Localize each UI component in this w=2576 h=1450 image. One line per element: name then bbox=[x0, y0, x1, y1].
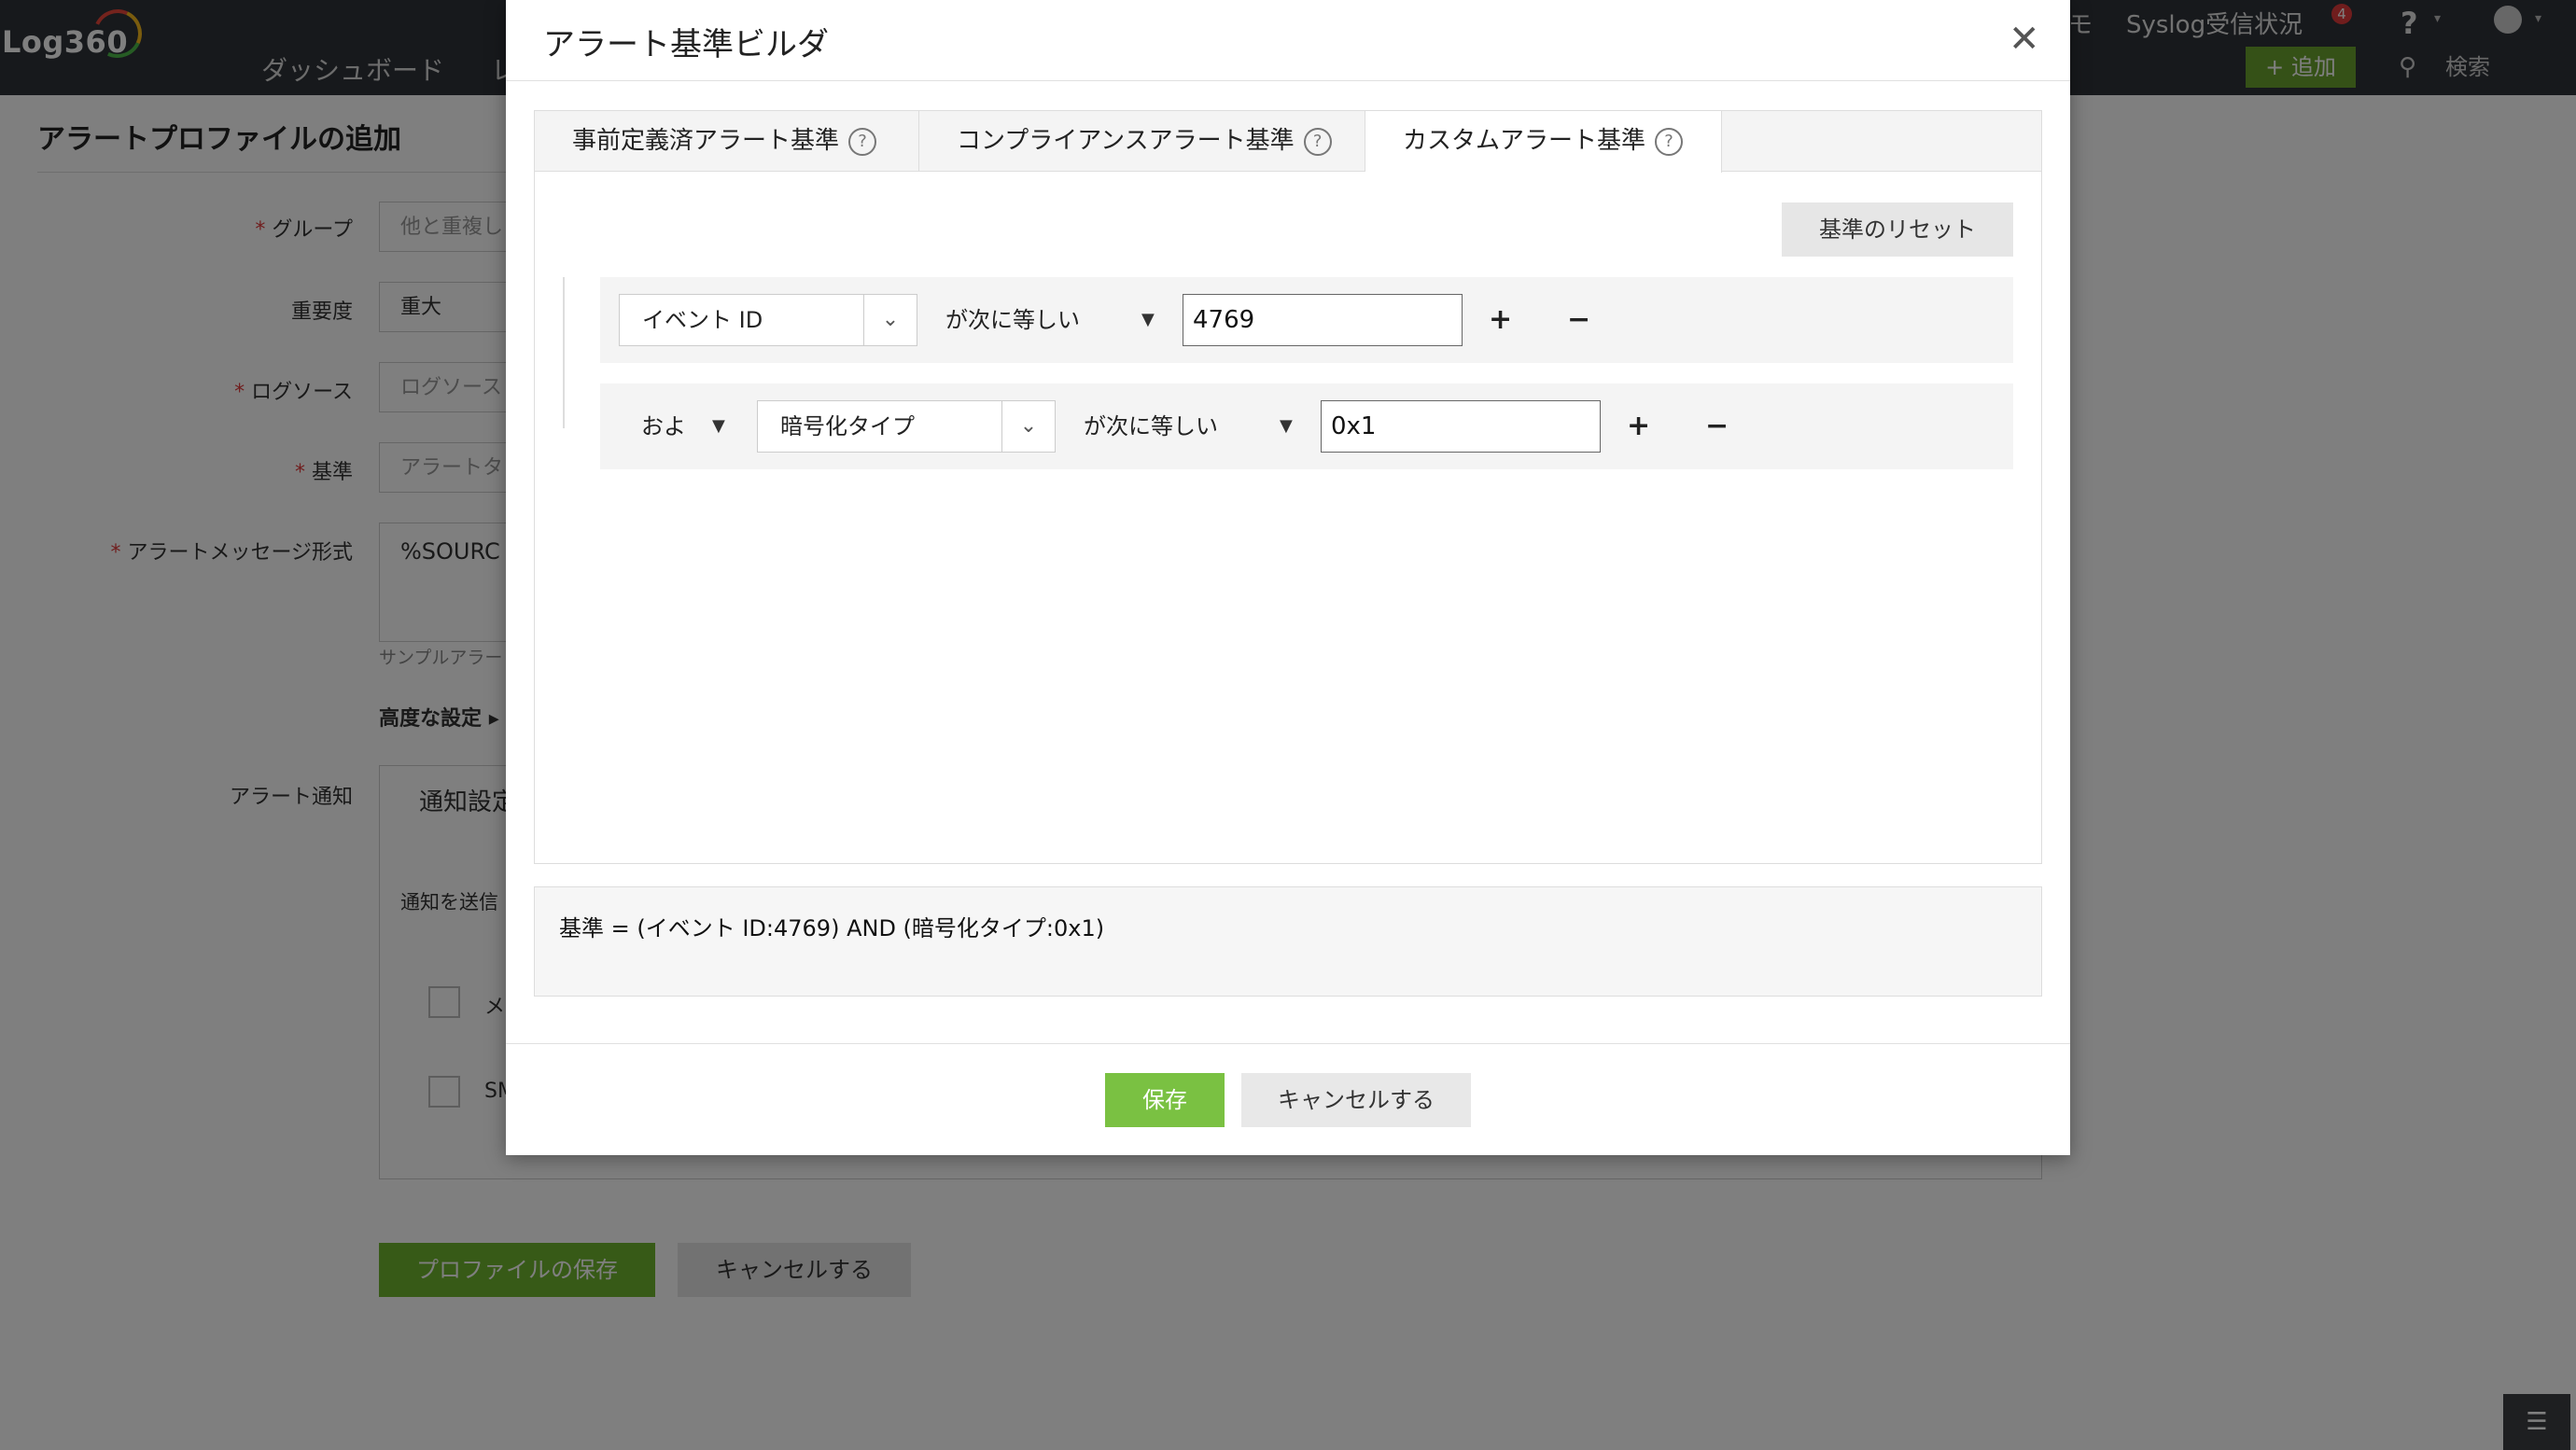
divider bbox=[506, 80, 2070, 81]
field-select-value: イベント ID bbox=[642, 307, 763, 333]
operator-select[interactable]: が次に等しい bbox=[1084, 400, 1218, 453]
save-button[interactable]: 保存 bbox=[1105, 1073, 1225, 1127]
tab-predefined-criteria[interactable]: 事前定義済アラート基準? bbox=[535, 111, 919, 171]
cancel-button[interactable]: キャンセルする bbox=[1241, 1073, 1471, 1127]
condition-value-input[interactable]: 0x1 bbox=[1321, 400, 1601, 453]
tab-label: カスタムアラート基準 bbox=[1403, 127, 1646, 155]
criteria-panel: 事前定義済アラート基準? コンプライアンスアラート基準? カスタムアラート基準?… bbox=[534, 110, 2042, 864]
operator-select[interactable]: が次に等しい bbox=[945, 294, 1080, 346]
caret-down-icon[interactable]: ▼ bbox=[712, 400, 725, 453]
caret-down-icon[interactable]: ▼ bbox=[1280, 400, 1293, 453]
criteria-summary: 基準 = (イベント ID:4769) AND (暗号化タイプ:0x1) bbox=[534, 886, 2042, 997]
help-icon[interactable]: ? bbox=[848, 127, 877, 156]
field-select-value: 暗号化タイプ bbox=[780, 413, 915, 439]
modal-title: アラート基準ビルダ bbox=[543, 26, 829, 63]
group-bracket-line bbox=[563, 277, 565, 428]
criteria-tabs: 事前定義済アラート基準? コンプライアンスアラート基準? カスタムアラート基準? bbox=[535, 111, 2041, 173]
close-icon[interactable]: ✕ bbox=[2009, 21, 2040, 58]
remove-condition-button[interactable]: − bbox=[1705, 400, 1729, 453]
field-select[interactable]: イベント ID ⌄ bbox=[619, 294, 917, 346]
divider bbox=[506, 1043, 2070, 1044]
help-icon[interactable]: ? bbox=[1303, 127, 1332, 156]
tab-compliance-criteria[interactable]: コンプライアンスアラート基準? bbox=[919, 111, 1365, 171]
caret-down-icon[interactable]: ▼ bbox=[1141, 294, 1155, 346]
condition-row: およ ▼ 暗号化タイプ ⌄ が次に等しい ▼ 0x1 + − bbox=[600, 383, 2013, 469]
field-select[interactable]: 暗号化タイプ ⌄ bbox=[757, 400, 1056, 453]
add-condition-button[interactable]: + bbox=[1627, 400, 1650, 453]
condition-value-input[interactable]: 4769 bbox=[1183, 294, 1463, 346]
condition-row: イベント ID ⌄ が次に等しい ▼ 4769 + − bbox=[600, 277, 2013, 363]
logic-operator-select[interactable]: およ bbox=[641, 400, 686, 453]
add-condition-button[interactable]: + bbox=[1489, 294, 1512, 346]
chevron-down-icon[interactable]: ⌄ bbox=[1001, 401, 1055, 452]
alert-criteria-builder-dialog: アラート基準ビルダ ✕ 事前定義済アラート基準? コンプライアンスアラート基準?… bbox=[506, 0, 2070, 1155]
tab-label: 事前定義済アラート基準 bbox=[572, 127, 840, 155]
chevron-down-icon[interactable]: ⌄ bbox=[863, 295, 917, 345]
tab-custom-criteria[interactable]: カスタムアラート基準? bbox=[1365, 111, 1722, 173]
tab-label: コンプライアンスアラート基準 bbox=[957, 127, 1295, 155]
reset-criteria-button[interactable]: 基準のリセット bbox=[1782, 202, 2013, 257]
remove-condition-button[interactable]: − bbox=[1567, 294, 1590, 346]
criteria-summary-text: 基準 = (イベント ID:4769) AND (暗号化タイプ:0x1) bbox=[559, 915, 1105, 941]
help-icon[interactable]: ? bbox=[1655, 127, 1684, 156]
